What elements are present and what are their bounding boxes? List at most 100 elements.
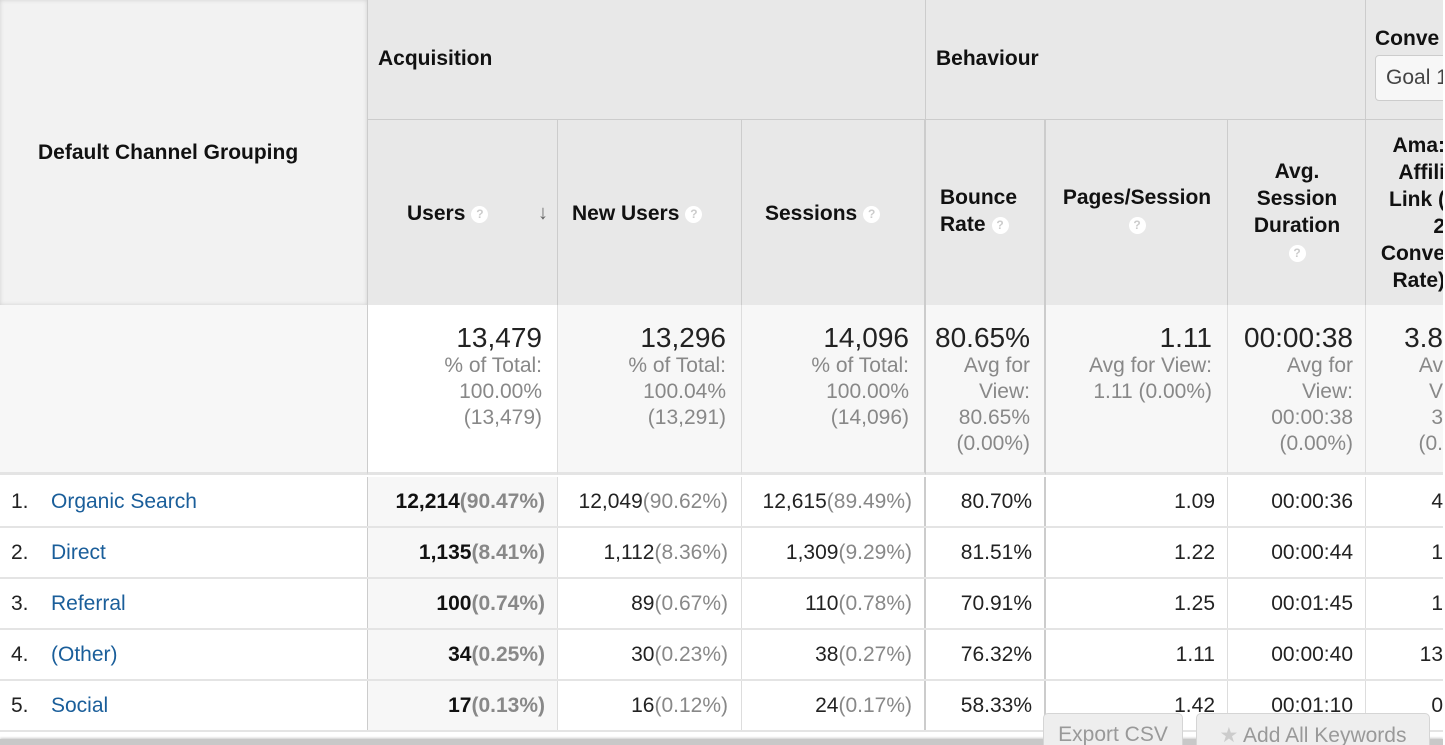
avg-session-header-line2: Session [1256, 187, 1338, 210]
totals-users-sub: 100.00% [459, 380, 542, 403]
totals-users-sub: (13,479) [463, 406, 542, 429]
dimension-cell: 4. (Other) [0, 630, 368, 679]
new-users-value: 30 [631, 643, 655, 666]
pages-session-cell: 1.11 [1046, 630, 1228, 679]
users-value: 12,214 [395, 490, 460, 513]
sessions-cell: 38(0.27%) [742, 630, 926, 679]
new-users-percent: (0.23%) [654, 643, 728, 666]
help-icon[interactable]: ? [471, 205, 489, 223]
sessions-value: 12,615 [762, 490, 827, 513]
avg-session-header-line3: Duration [1253, 214, 1341, 237]
users-value: 34 [448, 643, 472, 666]
totals-conversion-sub: Av [1418, 354, 1443, 377]
table-row: 2. Direct 1,135(8.41%) 1,112(8.36%) 1,309(9.… [0, 528, 1443, 579]
users-percent: (0.74%) [471, 592, 545, 615]
sessions-percent: (9.29%) [838, 541, 912, 564]
channel-link[interactable]: Direct [51, 528, 106, 577]
pages-session-cell: 1.25 [1046, 579, 1228, 628]
pages-session-cell: 1.09 [1046, 477, 1228, 526]
totals-conversion-sub: 3 [1431, 406, 1443, 429]
column-header-sessions[interactable]: Sessions? [742, 120, 926, 305]
totals-pages-session-sub: 1.11 (0.00%) [1093, 380, 1212, 403]
analytics-table: Default Channel Grouping Acquisition Beh… [0, 0, 1443, 745]
channel-link[interactable]: Social [51, 681, 108, 730]
users-value: 1,135 [418, 541, 472, 564]
totals-bounce-rate-sub: View: [979, 380, 1030, 403]
sessions-value: 24 [815, 694, 839, 717]
sessions-percent: (0.78%) [838, 592, 912, 615]
users-cell: 1,135(8.41%) [368, 528, 558, 577]
group-behaviour: Behaviour [926, 0, 1366, 120]
column-header-bounce-rate[interactable]: Bounce Rate? [926, 120, 1046, 305]
conversion-rate-cell: 4 [1431, 490, 1443, 513]
bounce-rate-cell: 70.91% [926, 579, 1046, 628]
new-users-value: 16 [631, 694, 655, 717]
sessions-percent: (89.49%) [826, 490, 912, 513]
avg-session-duration-cell: 00:01:45 [1228, 579, 1366, 628]
totals-avg-session-value: 00:00:38 [1244, 322, 1353, 353]
channel-link[interactable]: Organic Search [51, 477, 197, 526]
new-users-value: 1,112 [603, 541, 655, 564]
add-all-keywords-button[interactable]: ★ Add All Keywords [1196, 713, 1430, 745]
help-icon[interactable]: ? [1128, 216, 1146, 234]
totals-dimension-cell [0, 305, 368, 475]
row-index: 1. [11, 490, 29, 513]
totals-avg-session-duration: 00:00:38 Avg for View: 00:00:38 (0.00%) [1228, 305, 1366, 475]
totals-pages-session: 1.11 Avg for View: 1.11 (0.00%) [1046, 305, 1228, 475]
avg-session-duration-cell: 00:00:40 [1228, 630, 1366, 679]
totals-sessions-sub: 100.00% [826, 380, 909, 403]
column-header-new-users[interactable]: New Users? [558, 120, 742, 305]
totals-new-users-sub: (13,291) [647, 406, 726, 429]
totals-avg-session-sub: Avg for [1286, 354, 1353, 377]
totals-bounce-rate-sub: 80.65% [958, 406, 1030, 429]
column-header-users[interactable]: Users? ↓ [368, 120, 558, 305]
sessions-value: 110 [804, 592, 839, 615]
conversion-rate-cell: 1 [1431, 592, 1443, 615]
totals-new-users-sub: % of Total: [628, 354, 726, 377]
dimension-header[interactable]: Default Channel Grouping [0, 0, 368, 305]
column-header-pages-session[interactable]: Pages/Session ? [1046, 120, 1228, 305]
totals-users-sub: % of Total: [444, 354, 542, 377]
totals-bounce-rate-sub: Avg for [963, 354, 1030, 377]
export-csv-button[interactable]: Export CSV [1043, 713, 1183, 745]
new-users-value: 12,049 [578, 490, 643, 513]
new-users-cell: 12,049(90.62%) [558, 477, 742, 526]
goal-select[interactable]: Goal 1 [1375, 55, 1443, 101]
totals-avg-session-sub: View: [1302, 380, 1353, 403]
users-cell: 34(0.25%) [368, 630, 558, 679]
group-behaviour-label: Behaviour [936, 47, 1039, 70]
avg-session-header-line1: Avg. [1274, 160, 1320, 183]
sessions-cell: 12,615(89.49%) [742, 477, 926, 526]
new-users-cell: 30(0.23%) [558, 630, 742, 679]
dimension-cell: 1. Organic Search [0, 477, 368, 526]
dimension-cell: 2. Direct [0, 528, 368, 577]
help-icon[interactable]: ? [863, 205, 881, 223]
channel-link[interactable]: Referral [51, 579, 126, 628]
dimension-cell: 3. Referral [0, 579, 368, 628]
sessions-cell: 110(0.78%) [742, 579, 926, 628]
help-icon[interactable]: ? [685, 205, 703, 223]
sessions-cell: 24(0.17%) [742, 681, 926, 730]
row-index: 5. [11, 694, 29, 717]
conv-header-line6: Rate) [1392, 269, 1443, 292]
totals-sessions-sub: (14,096) [830, 406, 909, 429]
row-index: 3. [11, 592, 29, 615]
channel-link[interactable]: (Other) [51, 630, 118, 679]
sort-descending-icon[interactable]: ↓ [538, 202, 548, 225]
column-header-conversion-rate[interactable]: Ama: Affili Link ( 2 Conve Rate) [1366, 120, 1443, 305]
sessions-percent: (0.27%) [838, 643, 912, 666]
help-icon[interactable]: ? [1288, 244, 1306, 262]
bounce-rate-cell: 76.32% [926, 630, 1046, 679]
totals-conversion-rate: 3.8 Av V 3 (0. [1366, 305, 1443, 475]
help-icon[interactable]: ? [991, 216, 1009, 234]
users-value: 100 [436, 592, 472, 615]
users-cell: 12,214(90.47%) [368, 477, 558, 526]
users-percent: (0.25%) [471, 643, 545, 666]
users-percent: (8.41%) [471, 541, 545, 564]
users-cell: 17(0.13%) [368, 681, 558, 730]
table-row: 3. Referral 100(0.74%) 89(0.67%) 110(0.78%) 7… [0, 579, 1443, 630]
sessions-header-label: Sessions [765, 202, 858, 225]
column-header-avg-session-duration[interactable]: Avg. Session Duration ? [1228, 120, 1366, 305]
totals-pages-session-sub: Avg for View: [1089, 354, 1212, 377]
new-users-percent: (0.12%) [654, 694, 728, 717]
